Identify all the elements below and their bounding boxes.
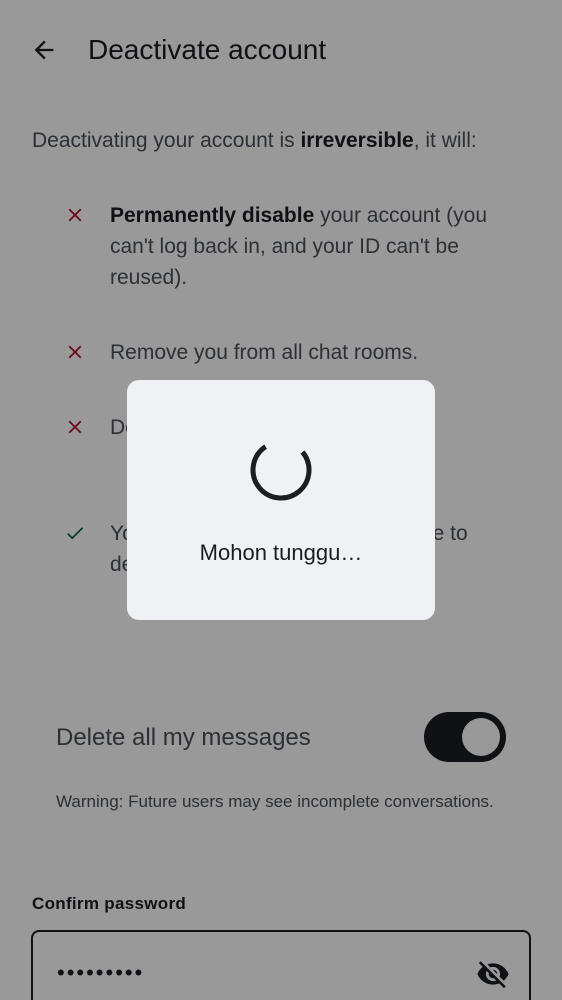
deactivate-account-screen: Deactivate account Deactivating your acc… <box>0 0 562 1000</box>
loading-dialog: Mohon tunggu… <box>127 380 435 620</box>
loading-spinner-icon <box>250 439 312 501</box>
loading-message: Mohon tunggu… <box>199 540 363 565</box>
